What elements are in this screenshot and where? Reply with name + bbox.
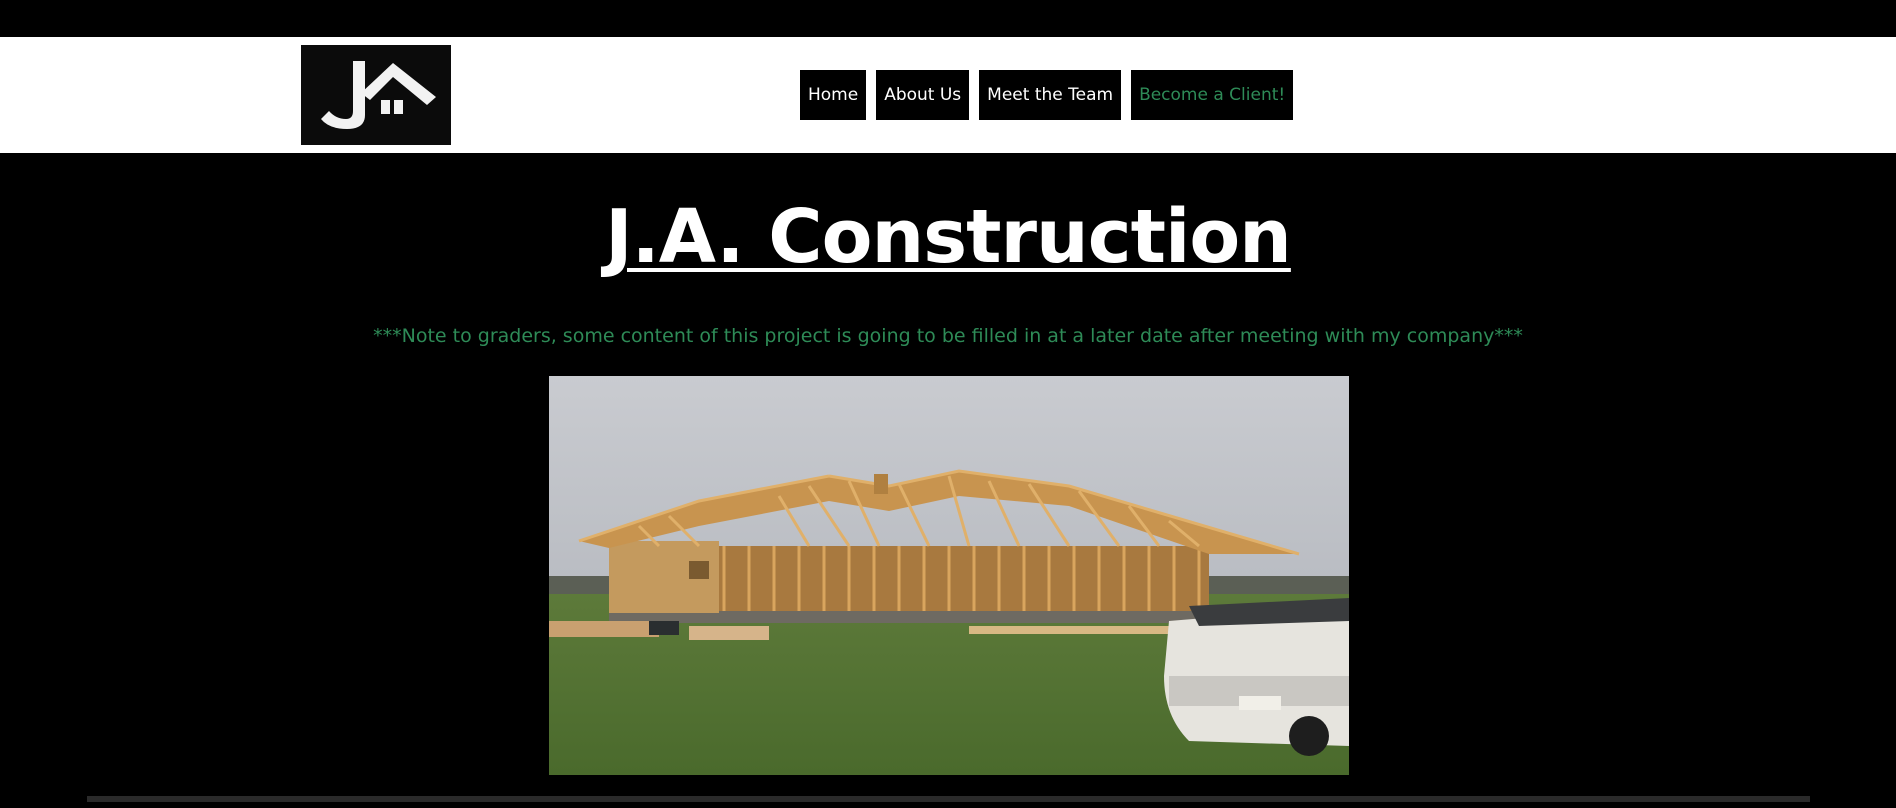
page-title: J.A. Construction: [605, 194, 1292, 280]
construction-photo-icon: [549, 376, 1349, 775]
nav-about-us[interactable]: About Us: [876, 70, 970, 120]
footer-divider: [87, 796, 1810, 802]
site-logo[interactable]: [301, 45, 451, 145]
hero-image: [549, 376, 1349, 775]
site-header: Home About Us Meet the Team Become a Cli…: [0, 37, 1896, 153]
main-nav: Home About Us Meet the Team Become a Cli…: [800, 70, 1294, 120]
nav-home[interactable]: Home: [800, 70, 867, 120]
ja-house-logo-icon: [301, 45, 451, 145]
nav-become-a-client[interactable]: Become a Client!: [1131, 70, 1294, 120]
grader-note: ***Note to graders, some content of this…: [373, 325, 1523, 347]
nav-meet-the-team[interactable]: Meet the Team: [979, 70, 1122, 120]
top-strip: [0, 0, 1896, 37]
